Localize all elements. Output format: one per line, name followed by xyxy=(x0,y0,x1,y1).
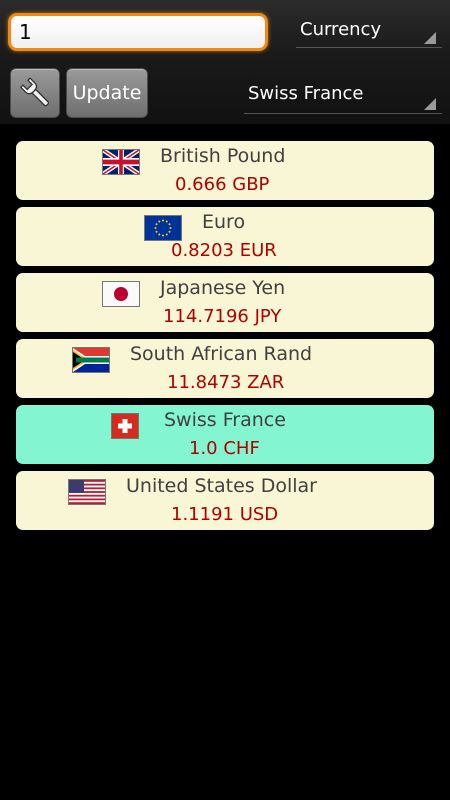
currency-row-chf[interactable]: Swiss France 1.0 CHF xyxy=(16,405,434,464)
currency-row-jpy[interactable]: Japanese Yen 114.7196 JPY xyxy=(16,273,434,332)
spinner-underline xyxy=(296,47,442,48)
currency-amount: 0.8203 EUR xyxy=(171,240,277,261)
currency-row-gbp[interactable]: British Pound 0.666 GBP xyxy=(16,141,434,200)
eu-flag-icon xyxy=(144,215,182,241)
currency-name: British Pound xyxy=(160,145,286,167)
currency-row-eur[interactable]: Euro 0.8203 EUR xyxy=(16,207,434,266)
amount-input-container[interactable] xyxy=(8,13,268,51)
currency-amount: 114.7196 JPY xyxy=(163,306,282,327)
currency-amount: 11.8473 ZAR xyxy=(167,372,285,393)
base-currency-label: Swiss France xyxy=(248,83,364,104)
dropdown-triangle-icon xyxy=(424,32,436,44)
japan-flag-icon xyxy=(102,281,140,307)
dropdown-triangle-icon xyxy=(424,98,436,110)
wrench-icon xyxy=(19,77,49,107)
conversion-type-spinner[interactable]: Currency xyxy=(296,10,442,48)
uk-flag-icon xyxy=(102,149,140,175)
currency-name: Euro xyxy=(202,211,246,233)
base-currency-spinner[interactable]: Swiss France xyxy=(244,74,442,114)
conversion-type-label: Currency xyxy=(300,19,382,40)
currency-amount: 0.666 GBP xyxy=(175,174,270,195)
update-button-label: Update xyxy=(72,82,142,104)
south-africa-flag-icon xyxy=(72,347,110,373)
spinner-underline xyxy=(244,113,442,114)
currency-name: United States Dollar xyxy=(126,475,317,497)
currency-amount: 1.0 CHF xyxy=(189,438,260,459)
currency-row-zar[interactable]: South African Rand 11.8473 ZAR xyxy=(16,339,434,398)
swiss-flag-icon xyxy=(111,413,139,439)
amount-input[interactable] xyxy=(11,16,259,48)
currency-row-usd[interactable]: United States Dollar 1.1191 USD xyxy=(16,471,434,530)
currency-amount: 1.1191 USD xyxy=(171,504,279,525)
currency-name: Swiss France xyxy=(164,409,286,431)
currency-name: Japanese Yen xyxy=(160,277,286,299)
currency-name: South African Rand xyxy=(130,343,313,365)
settings-button[interactable] xyxy=(10,68,60,118)
update-button[interactable]: Update xyxy=(66,68,148,118)
us-flag-icon xyxy=(68,479,106,505)
